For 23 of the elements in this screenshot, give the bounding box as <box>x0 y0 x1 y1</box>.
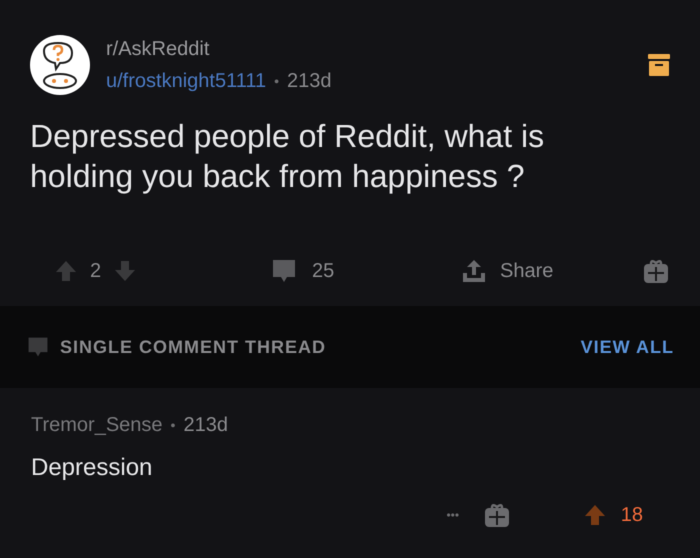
comment-icon <box>26 335 50 359</box>
comments-button[interactable]: 25 <box>270 256 460 286</box>
comment-body: Depression <box>31 453 154 483</box>
comment-age: 213d <box>183 413 228 438</box>
share-icon <box>460 257 488 285</box>
subreddit-name[interactable]: r/AskReddit <box>106 34 632 64</box>
archive-box-icon <box>648 52 670 78</box>
gift-icon[interactable] <box>642 257 670 285</box>
separator-dot: • <box>274 72 280 90</box>
post-age: 213d <box>287 69 332 94</box>
more-options-button[interactable]: ••• <box>422 506 483 524</box>
view-all-link[interactable]: VIEW ALL <box>580 334 674 360</box>
share-button[interactable]: Share <box>460 256 630 286</box>
upvote-icon[interactable] <box>582 503 607 527</box>
comment-score: 18 <box>620 503 643 528</box>
separator-dot: • <box>170 416 176 434</box>
vote-count: 2 <box>90 259 102 284</box>
avatar-icon[interactable] <box>30 35 90 95</box>
post-title: Depressed people of Reddit, what is holding you back from happiness ? <box>30 117 546 196</box>
comment-author[interactable]: Tremor_Sense <box>31 410 163 440</box>
gift-icon[interactable] <box>482 501 511 529</box>
banner-label: SINGLE COMMENT THREAD <box>60 336 326 358</box>
username-link[interactable]: u/frostknight51111 <box>106 66 266 96</box>
